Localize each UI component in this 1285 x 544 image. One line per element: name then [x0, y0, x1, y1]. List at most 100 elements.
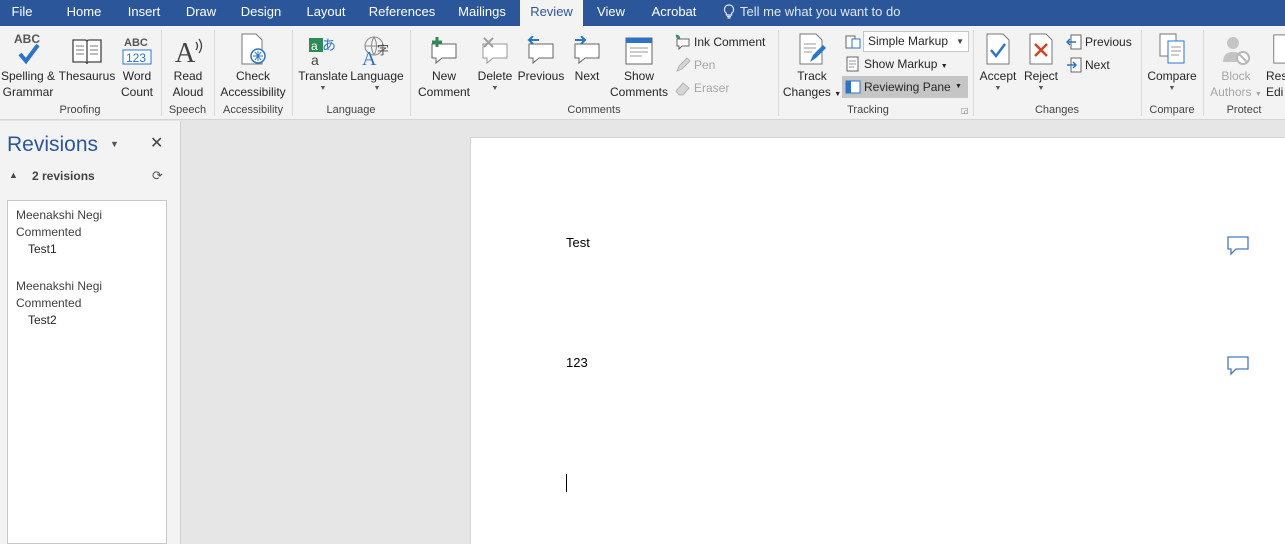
reviewing-pane-icon [845, 80, 861, 94]
new-comment-button[interactable]: New Comment [414, 26, 474, 102]
translate-label: Translate [298, 69, 348, 83]
restrict-editing-icon [1273, 34, 1285, 64]
svg-text:ABC: ABC [124, 37, 148, 49]
language-label: Language [350, 69, 404, 83]
document-paragraph[interactable]: Test [566, 235, 590, 250]
svg-text:123: 123 [126, 51, 146, 65]
pen-button[interactable]: Pen [675, 55, 715, 75]
block-authors-button[interactable]: Block Authors ▼ [1207, 26, 1265, 102]
restrict-editing-button[interactable]: Res Edi [1264, 26, 1285, 102]
chevron-down-icon: ▼ [834, 91, 842, 98]
check-accessibility-button[interactable]: Check Accessibility [218, 26, 288, 102]
close-icon[interactable]: ✕ [150, 133, 163, 153]
chevron-down-icon: ▼ [491, 85, 499, 92]
refresh-icon[interactable]: ⟳ [152, 168, 163, 184]
document-page[interactable]: Test 123 [470, 137, 1285, 544]
block-authors-icon [1223, 37, 1250, 65]
comment-marker-icon[interactable] [1227, 356, 1249, 379]
word-count-label-2: Count [120, 85, 154, 99]
show-markup-button[interactable]: Show Markup ▼ [845, 54, 948, 74]
ink-comment-button[interactable]: Ink Comment [675, 32, 765, 52]
delete-comment-button[interactable]: Delete ▼ [474, 26, 516, 102]
reject-button[interactable]: Reject ▼ [1020, 26, 1062, 102]
comment-bubble-icon [1227, 236, 1249, 256]
tracking-dialog-launcher-icon[interactable]: ◲ [961, 106, 969, 115]
read-aloud-label-2: Aloud [172, 85, 204, 99]
accessibility-group-label: Accessibility [223, 104, 283, 116]
revision-item[interactable]: Meenakshi Negi Commented Test1 [16, 207, 102, 258]
tab-insert[interactable]: Insert [120, 0, 168, 26]
read-aloud-button[interactable]: A Read Aloud [165, 26, 211, 102]
compare-group-label: Compare [1149, 104, 1195, 116]
tab-file[interactable]: File [0, 0, 44, 26]
tab-design[interactable]: Design [235, 0, 287, 26]
translate-icon: a あa [309, 38, 336, 66]
next-comment-button[interactable]: Next [566, 26, 608, 102]
chevron-down-icon[interactable]: ▼ [955, 77, 962, 97]
revisions-pane-title: Revisions [7, 133, 99, 156]
tracking-group-label: Tracking [847, 104, 889, 116]
new-comment-label-1: New [431, 69, 456, 83]
new-comment-icon [431, 37, 457, 65]
collapse-icon[interactable]: ▲ [9, 170, 18, 180]
chevron-down-icon: ▼ [940, 63, 948, 70]
next-comment-icon [574, 36, 600, 65]
tab-acrobat[interactable]: Acrobat [645, 0, 703, 26]
comment-marker-icon[interactable] [1227, 236, 1249, 259]
delete-comment-icon [482, 37, 508, 65]
accept-button[interactable]: Accept ▼ [977, 26, 1019, 102]
revision-author: Meenakshi Negi [16, 279, 103, 293]
spelling-check-icon: ABC [14, 32, 40, 65]
delete-label: Delete [477, 69, 513, 83]
pane-options-icon[interactable]: ▼ [110, 139, 119, 149]
tab-view[interactable]: View [590, 0, 632, 26]
tab-home[interactable]: Home [57, 0, 111, 26]
svg-text:a: a [311, 52, 319, 66]
track-changes-icon [799, 33, 826, 65]
previous-comment-button[interactable]: Previous [516, 26, 566, 102]
revision-item[interactable]: Meenakshi Negi Commented Test2 [16, 278, 102, 329]
tell-me-search[interactable]: Tell me what you want to do [722, 0, 900, 26]
markup-mode-value: Simple Markup [868, 34, 949, 48]
tab-mailings[interactable]: Mailings [451, 0, 513, 26]
tab-layout[interactable]: Layout [299, 0, 353, 26]
comments-group-label: Comments [567, 104, 621, 116]
chevron-down-icon: ▼ [373, 85, 381, 92]
svg-text:A: A [362, 48, 377, 66]
revisions-list[interactable]: Meenakshi Negi Commented Test1 Meenakshi… [7, 200, 167, 544]
revision-action: Commented [16, 296, 82, 310]
reviewing-pane-button[interactable]: Reviewing Pane [845, 77, 951, 97]
translate-button[interactable]: aあa Translate ▼ [297, 26, 349, 102]
next-label: Next [574, 69, 600, 83]
block-authors-label-1: Block [1221, 69, 1251, 83]
accessibility-icon [241, 33, 266, 65]
thesaurus-button[interactable]: Thesaurus [58, 26, 116, 102]
markup-display-icon-svg [845, 35, 861, 49]
show-comments-label-1: Show [623, 69, 655, 83]
show-comments-button[interactable]: Show Comments [608, 26, 670, 102]
eraser-button[interactable]: Eraser [675, 78, 729, 98]
language-icon: A字 [362, 36, 389, 66]
track-changes-button[interactable]: Track Changes ▼ [782, 26, 842, 102]
markup-mode-select[interactable]: Simple Markup ▼ [863, 31, 969, 52]
spelling-grammar-button[interactable]: ABC Spelling & Grammar [0, 26, 56, 102]
tab-draw[interactable]: Draw [180, 0, 222, 26]
language-button[interactable]: A字 Language ▼ [350, 26, 404, 102]
chevron-down-icon: ▼ [1037, 85, 1045, 92]
text-cursor [566, 474, 567, 492]
word-count-label-1: Word [122, 69, 152, 83]
tab-review[interactable]: Review [520, 0, 583, 26]
document-paragraph[interactable]: 123 [566, 355, 588, 370]
word-count-button[interactable]: ABC 123 Word Count [118, 26, 156, 102]
show-comments-icon [625, 37, 653, 65]
next-change-button[interactable]: Next [1066, 55, 1110, 75]
tab-references[interactable]: References [365, 0, 439, 26]
previous-change-button[interactable]: Previous [1065, 32, 1132, 52]
chevron-down-icon: ▼ [994, 85, 1002, 92]
reject-label: Reject [1023, 69, 1058, 83]
compare-button[interactable]: Compare ▼ [1145, 26, 1199, 102]
ink-comment-label: Ink Comment [694, 35, 766, 49]
previous-comment-icon [527, 36, 554, 65]
ribbon-tab-bar: File Home Insert Draw Design Layout Refe… [0, 0, 1285, 26]
read-aloud-icon: A [175, 38, 203, 66]
